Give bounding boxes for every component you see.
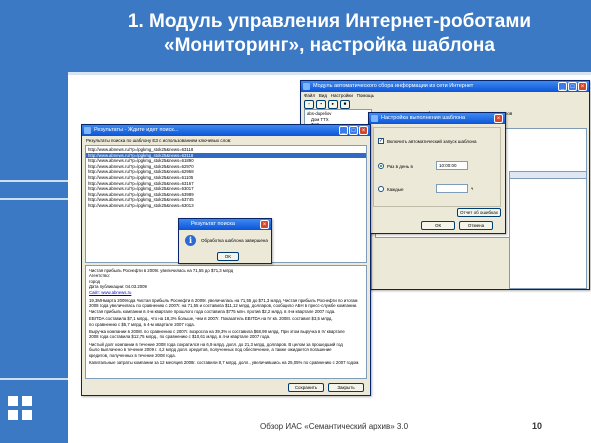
autostart-row: ✓ Включить автоматический запуск шаблона [378, 138, 477, 144]
decor-line [0, 198, 68, 200]
menu-help[interactable]: Помощь [357, 93, 374, 98]
ok-button[interactable]: ОК [421, 221, 455, 230]
every-label: Каждые [387, 186, 404, 192]
side-pane-header [510, 172, 586, 179]
article-site-link[interactable]: Сайт: www.abnews.ru [89, 290, 131, 295]
every-radio[interactable] [378, 186, 384, 192]
results-app-icon [84, 127, 91, 134]
close-button[interactable]: Закрыть [328, 383, 364, 392]
results-titlebar[interactable]: Результаты - Ждите идет поиск... _ □ × [82, 125, 370, 136]
every-unit: ч [471, 186, 474, 191]
minimize-icon[interactable]: _ [558, 82, 567, 91]
results-title: Результаты - Ждите идет поиск... [94, 127, 179, 133]
menu-file[interactable]: Файл [304, 93, 315, 98]
article-paragraph: Чистая прибыль компании в 4-м квартале п… [89, 308, 336, 314]
message-titlebar[interactable]: Результат поиска × [179, 219, 271, 230]
article-paragraph: 2008 года составила $12,75 млрд., по сра… [89, 334, 271, 340]
stop-icon[interactable]: ■ [340, 100, 350, 109]
schedule-group: ✓ Включить автоматический запуск шаблона… [373, 127, 501, 207]
toolbar: ▫ ▪ ▸ ■ [304, 100, 588, 109]
decor-line [0, 378, 68, 380]
header-divider [68, 72, 591, 75]
menu-settings[interactable]: Настройки [331, 93, 353, 98]
save-button[interactable]: Сохранить [288, 383, 324, 392]
open-icon[interactable]: ▪ [316, 100, 326, 109]
article-paragraph: по сравнению с $5,7 млрд. в 4-м квартале… [89, 321, 195, 327]
error-report-button[interactable]: Отчет об ошибках [457, 208, 501, 217]
maximize-icon[interactable]: □ [349, 126, 358, 135]
autostart-checkbox[interactable]: ✓ [378, 138, 384, 144]
results-header: Результаты поиска по шаблону ЕЗ с исполь… [86, 138, 232, 143]
article-paragraph: Капитальные затраты компании за 12 месяц… [89, 360, 360, 366]
daily-label: Раз в день в [387, 163, 413, 169]
time-field[interactable]: 10:00:00 [436, 161, 468, 170]
side-pane[interactable] [509, 171, 587, 289]
daily-row: Раз в день в [378, 163, 413, 169]
app-icon [303, 83, 310, 90]
article-paragraph: EBITDA составила $7,1 млрд., что на 18,3… [89, 316, 333, 322]
cancel-button[interactable]: Отмена [459, 221, 493, 230]
main-menu-bar: Файл Вид Настройки Помощь [304, 93, 374, 98]
message-title: Результат поиска [191, 221, 235, 227]
slide-title-line1: 1. Модуль управления Интернет-роботами [127, 11, 532, 32]
menu-view[interactable]: Вид [319, 93, 327, 98]
info-icon: i [185, 235, 196, 246]
decor-tile [8, 410, 18, 420]
new-icon[interactable]: ▫ [304, 100, 314, 109]
decor-tile [22, 410, 32, 420]
article-paragraph: было выплачено в течение 2009 г. 4,2 млр… [89, 347, 332, 353]
close-icon[interactable]: × [494, 114, 503, 123]
every-row: Каждые [378, 186, 404, 192]
close-icon[interactable]: × [578, 82, 587, 91]
message-text: Обработка шаблона завершена [201, 238, 268, 243]
article-paragraph: кредитов, полученных в течение 2008 года… [89, 352, 176, 358]
decor-line [0, 180, 68, 182]
message-ok-button[interactable]: OK [217, 252, 239, 261]
article-site: Сайт: www.abnews.ru [89, 290, 363, 295]
minimize-icon[interactable]: _ [339, 126, 348, 135]
run-icon[interactable]: ▸ [328, 100, 338, 109]
article-preview[interactable]: Чистая прибыль Роснефти в 2009г. увеличи… [85, 265, 367, 379]
url-row[interactable]: http://www.abnews.ru/?p=lpgkmg_stok25&ne… [86, 203, 366, 209]
close-icon[interactable]: × [260, 220, 269, 229]
message-box[interactable]: Результат поиска × i Обработка шаблона з… [178, 218, 272, 264]
left-decor-strip [0, 0, 68, 443]
every-field[interactable] [436, 184, 468, 193]
page-number: 10 [532, 421, 543, 431]
settings-title: Настройка выполнения шаблона [381, 115, 466, 121]
autostart-label: Включить автоматический запуск шаблона [387, 138, 477, 144]
main-window-titlebar[interactable]: Модуль автоматического сбора информации … [301, 81, 589, 92]
settings-dialog[interactable]: Настройка выполнения шаблона × ✓ Включит… [368, 112, 506, 234]
maximize-icon[interactable]: □ [568, 82, 577, 91]
close-icon[interactable]: × [359, 126, 368, 135]
daily-radio[interactable] [378, 163, 384, 169]
decor-tile [22, 396, 32, 406]
slide-title-line2: «Мониторинг», настройка шаблона [164, 35, 495, 56]
main-window-title: Модуль автоматического сбора информации … [313, 83, 474, 89]
slide-title: 1. Модуль управления Интернет-роботами «… [68, 10, 591, 58]
settings-titlebar[interactable]: Настройка выполнения шаблона × [369, 113, 505, 124]
settings-app-icon [371, 115, 378, 122]
decor-tile [8, 396, 18, 406]
footer-caption: Обзор ИАС «Семантический архив» 3.0 [260, 422, 409, 431]
